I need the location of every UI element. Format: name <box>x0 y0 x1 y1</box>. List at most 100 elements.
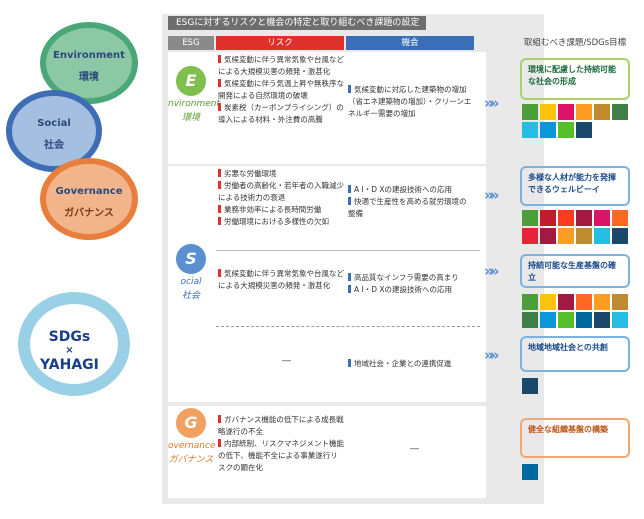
sdg-icon <box>522 378 538 394</box>
sdg-icon <box>522 104 538 120</box>
sdg-icon <box>612 294 628 310</box>
sdg-icon <box>612 228 628 244</box>
chevron-right-icon: »» <box>484 262 500 280</box>
governance-opportunity-none: ― <box>410 444 419 454</box>
social-opportunities-2: 高品質なインフラ需要の高まり A I・D Xの建設技術への応用 <box>348 272 472 296</box>
sdg-icon <box>558 104 574 120</box>
risk-item: 気候変動に伴う気温上昇や無秩序な開発による自然環境の破壊 <box>218 79 344 100</box>
opportunity-item: A I・D Xの建設技術への応用 <box>348 184 472 196</box>
governance-cycle-node: Governance ガバナンス <box>40 158 138 240</box>
sdg-icon <box>612 210 628 226</box>
social-letter-badge: S <box>176 244 206 274</box>
sdg-icon <box>576 312 592 328</box>
risk-item: 労働環境における多様性の欠如 <box>218 216 344 228</box>
sdg-icon <box>522 464 538 480</box>
environment-goal: 環境に配慮した持続可能な社会の形成 <box>520 58 630 100</box>
environment-esg-cell: E nvironment 環境 <box>168 66 220 124</box>
environment-letter-badge: E <box>176 66 206 96</box>
social-row-divider-2 <box>216 326 480 327</box>
risk-item: 気候変動に伴う異常気象や台風などによる大規模災害の頻発・激甚化 <box>218 55 344 76</box>
sdg-icon <box>612 312 628 328</box>
social-sdg-icons-1 <box>522 210 632 244</box>
header-risk: リスク <box>216 36 344 50</box>
opportunity-item: 気候変動に対応した建築物の増加（省エネ建築物の増加）・クリーンエネルギー需要の増… <box>348 85 472 118</box>
sdg-icon <box>576 228 592 244</box>
chevron-right-icon: »» <box>484 94 500 112</box>
sdg-icon <box>558 228 574 244</box>
sdg-icon <box>576 122 592 138</box>
governance-jp-label: ガバナンス <box>64 208 114 219</box>
opportunity-item: 地域社会・企業との連携促進 <box>348 358 472 370</box>
social-jp: 社会 <box>181 291 200 301</box>
governance-en-label: Governance <box>55 186 123 197</box>
risk-item: 業務非効率による長時間労働 <box>218 204 344 216</box>
table-title: ESGに対するリスクと機会の特定と取り組むべき課題の設定 <box>168 16 426 30</box>
social-goal-2: 持続可能な生産基盤の確立 <box>520 254 630 288</box>
governance-letter-badge: G <box>176 408 206 438</box>
sdg-icon <box>594 210 610 226</box>
sdg-icon <box>522 228 538 244</box>
chevron-right-icon: »» <box>484 346 500 364</box>
social-risks-1: 劣悪な労働環境 労働者の高齢化・若年者の入職減少による技術力の衰退 業務非効率に… <box>218 168 344 228</box>
environment-risks: 気候変動に伴う異常気象や台風などによる大規模災害の頻発・激甚化 気候変動に伴う気… <box>218 54 344 126</box>
opportunity-item: 高品質なインフラ需要の高まり <box>348 272 472 284</box>
header-goals: 取組むべき課題/SDGs目標 <box>523 38 627 48</box>
risk-item: ガバナンス機能の低下による成長戦略遂行の不全 <box>218 415 344 436</box>
environment-opportunities: 気候変動に対応した建築物の増加（省エネ建築物の増加）・クリーンエネルギー需要の増… <box>348 84 472 120</box>
opportunity-item: A I・D Xの建設技術への応用 <box>348 284 472 296</box>
sdg-icon <box>558 210 574 226</box>
sdg-icon <box>612 104 628 120</box>
logo-line-2: × <box>65 345 74 356</box>
governance-label: overnance <box>168 441 216 451</box>
sdg-icon <box>522 122 538 138</box>
header-opportunity: 機会 <box>346 36 474 50</box>
social-risks-2: 気候変動に伴う異常気象や台風などによる大規模災害の頻発・激甚化 <box>218 268 344 292</box>
environment-en-label: Environment <box>53 50 125 61</box>
sdg-icon <box>540 122 556 138</box>
environment-label: nvironment <box>168 99 220 109</box>
social-label: ocial <box>180 277 202 287</box>
logo-line-3: YAHAGI <box>40 357 99 373</box>
environment-jp-label: 環境 <box>79 72 99 83</box>
sdg-icon <box>558 122 574 138</box>
social-esg-cell: S ocial 社会 <box>168 244 214 302</box>
social-opportunities-3: 地域社会・企業との連携促進 <box>348 358 472 370</box>
sdg-icon <box>522 312 538 328</box>
sdg-icon <box>540 294 556 310</box>
environment-jp: 環境 <box>181 113 200 123</box>
sdg-icon <box>540 228 556 244</box>
governance-jp: ガバナンス <box>168 455 214 465</box>
social-opportunities-1: A I・D Xの建設技術への応用 快適で生産性を高める就労環境の整備 <box>348 184 472 220</box>
logo-line-1: SDGs <box>48 329 91 345</box>
sdg-icon <box>522 210 538 226</box>
environment-sdg-icons <box>522 104 632 138</box>
sdg-icon <box>540 210 556 226</box>
sdg-icon <box>558 294 574 310</box>
risk-item: 炭素税（カーボンプライシング）の導入による材料・外注費の高騰 <box>218 103 344 124</box>
chevron-right-icon: »» <box>484 186 500 204</box>
social-goal-3: 地域地域社会との共創 <box>520 336 630 372</box>
social-risk-none: ― <box>282 356 291 366</box>
sdg-icon <box>540 104 556 120</box>
social-row-divider <box>216 250 480 251</box>
sdg-icon <box>540 312 556 328</box>
risk-item: 内部統制、リスクマネジメント機能の低下、機能不全による事業遂行リスクの顕在化 <box>218 439 344 472</box>
risk-item: 劣悪な労働環境 <box>218 168 344 180</box>
header-esg: ESG <box>168 36 214 50</box>
sdg-icon <box>576 210 592 226</box>
sdg-icon <box>594 294 610 310</box>
governance-risks: ガバナンス機能の低下による成長戦略遂行の不全 内部統制、リスクマネジメント機能の… <box>218 414 344 474</box>
sdg-icon <box>576 294 592 310</box>
sdg-icon <box>594 312 610 328</box>
governance-esg-cell: G overnance ガバナンス <box>168 408 216 466</box>
social-en-label: Social <box>37 118 71 129</box>
governance-goal: 健全な組織基盤の構築 <box>520 418 630 458</box>
governance-sdg-icons <box>522 464 632 480</box>
social-jp-label: 社会 <box>44 140 64 151</box>
risk-item: 気候変動に伴う異常気象や台風などによる大規模災害の頻発・激甚化 <box>218 269 344 290</box>
sdg-icon <box>522 294 538 310</box>
sdg-icon <box>594 104 610 120</box>
sdg-icon <box>558 312 574 328</box>
opportunity-item: 快適で生産性を高める就労環境の整備 <box>348 196 472 220</box>
sdg-icon <box>576 104 592 120</box>
